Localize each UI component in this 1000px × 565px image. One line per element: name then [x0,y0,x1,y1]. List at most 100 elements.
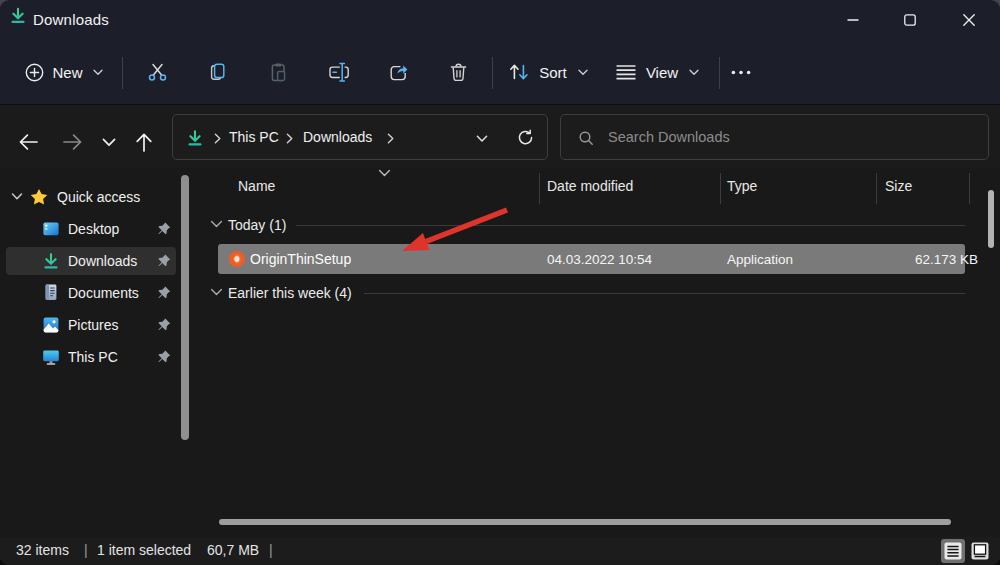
forward-button[interactable] [51,121,93,163]
address-bar[interactable]: This PC Downloads [172,114,548,160]
copy-icon [207,62,228,83]
details-view-button[interactable] [941,539,965,563]
sidebar-item-pictures[interactable]: Pictures [6,311,176,339]
column-separator[interactable] [720,173,721,204]
up-button[interactable] [123,121,165,163]
search-icon [578,130,594,146]
selection-count: 1 item selected [97,542,191,558]
sidebar-item-label: Downloads [68,253,137,269]
column-header-type[interactable]: Type [727,178,757,194]
downloads-folder-icon [10,7,26,24]
address-dropdown-chevron-icon[interactable] [476,135,488,143]
file-name: OriginThinSetup [250,251,351,267]
breadcrumb-chevron-icon [387,133,394,144]
pin-icon[interactable] [156,253,172,268]
column-separator[interactable] [876,173,877,204]
sidebar-item-label: Desktop [68,221,119,237]
maximize-button[interactable] [887,0,933,40]
sidebar-item-documents[interactable]: Documents [6,279,176,307]
cut-button[interactable] [135,52,179,92]
cut-icon [147,62,168,83]
copy-button[interactable] [195,52,239,92]
downloads-location-icon [187,130,203,146]
toolbar-separator [492,57,493,89]
view-button[interactable]: View [605,52,709,92]
chevron-down-icon[interactable] [11,192,23,202]
sort-button[interactable]: Sort [500,52,596,92]
files-pane: Name Date modified Type Size Today (1) [198,168,1000,537]
navigation-bar: This PC Downloads [0,105,1000,168]
file-date-modified: 04.03.2022 10:54 [547,252,652,267]
breadcrumb-chevron-icon [286,133,293,144]
pin-icon[interactable] [156,285,172,300]
sidebar-item-downloads[interactable]: Downloads [6,247,176,275]
breadcrumb-downloads[interactable]: Downloads [303,129,372,145]
chevron-down-icon [93,69,103,76]
breadcrumb-chevron-icon [214,133,221,144]
sidebar-item-quick-access[interactable]: Quick access [6,183,176,211]
document-icon [43,283,59,302]
column-separator[interactable] [969,173,970,204]
arrow-left-icon [18,133,39,151]
titlebar: Downloads [0,0,1000,44]
group-header-today[interactable]: Today (1) [228,217,286,233]
status-separator: | [269,542,273,558]
monitor-icon [42,348,60,366]
status-separator: | [84,542,88,558]
breadcrumb-this-pc[interactable]: This PC [229,129,279,145]
ellipsis-icon [731,70,751,75]
delete-icon [448,62,469,83]
pin-icon[interactable] [156,221,172,236]
column-header-date-modified[interactable]: Date modified [547,178,633,194]
pictures-icon [42,316,60,334]
chevron-down-icon [578,69,588,76]
pin-icon[interactable] [156,349,172,364]
close-button[interactable] [946,0,992,40]
command-bar: New [0,44,1000,105]
see-more-button[interactable] [722,52,760,92]
sidebar-scrollbar[interactable] [181,175,189,440]
rename-icon [327,62,350,83]
column-header-name[interactable]: Name [238,178,275,194]
status-bar: 32 items | 1 item selected 60,7 MB | [0,537,1000,565]
column-separator[interactable] [539,173,540,204]
maximize-icon [903,13,917,27]
new-button[interactable]: New [14,52,114,92]
sidebar-item-this-pc[interactable]: This PC [6,343,176,371]
group-header-line [296,225,965,226]
rename-button[interactable] [316,52,360,92]
sidebar-item-label: Pictures [68,317,119,333]
search-box[interactable] [560,114,989,160]
column-header-size[interactable]: Size [885,178,912,194]
large-thumbnails-view-button[interactable] [968,539,992,563]
vertical-scrollbar[interactable] [988,190,994,248]
group-header-earlier-this-week[interactable]: Earlier this week (4) [228,285,352,301]
refresh-icon[interactable] [517,129,534,146]
horizontal-scrollbar[interactable] [219,519,951,525]
group-collapse-chevron-icon[interactable] [210,288,223,297]
share-button[interactable] [376,52,420,92]
delete-button[interactable] [436,52,480,92]
minimize-button[interactable] [830,0,876,40]
body-area: Quick access Desktop Downloads [0,168,1000,537]
chevron-down-icon [102,138,116,147]
paste-button[interactable] [256,52,300,92]
back-button[interactable] [7,121,49,163]
sort-direction-chevron-icon [378,169,391,178]
group-header-line [364,293,965,294]
paste-icon [268,62,289,83]
file-type: Application [727,252,793,267]
new-button-label: New [52,64,82,81]
items-count: 32 items [16,542,69,558]
window-title: Downloads [33,11,109,28]
sidebar-item-label: This PC [68,349,118,365]
plus-circle-icon [25,63,44,82]
navigation-pane: Quick access Desktop Downloads [0,168,181,537]
pin-icon[interactable] [156,317,172,332]
group-collapse-chevron-icon[interactable] [210,220,223,229]
sidebar-item-desktop[interactable]: Desktop [6,215,176,243]
close-icon [962,13,976,27]
file-row-originthinsetup[interactable]: OriginThinSetup 04.03.2022 10:54 Applica… [218,244,965,274]
toolbar-separator [719,57,720,89]
search-input[interactable] [608,116,978,158]
